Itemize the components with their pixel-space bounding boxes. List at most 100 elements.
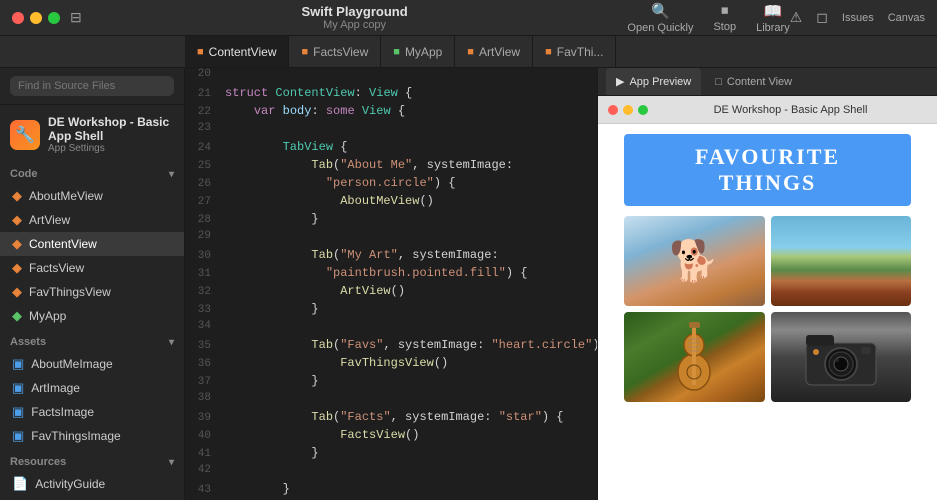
close-button[interactable] [12,12,24,24]
section-code[interactable]: Code ▾ [0,160,184,184]
photo-camera [771,312,912,402]
fav-title-bar: Favourite Things [624,134,911,206]
aboutmeview-label: AboutMeView [29,189,103,203]
contentview-icon: ■ [197,46,204,58]
sidebar-item-favthingsview[interactable]: ◆ FavThingsView [0,280,184,304]
myapp-file-icon: ◆ [12,308,22,324]
factsview-file-label: FactsView [29,261,84,275]
section-resources[interactable]: Resources ▾ [0,448,184,472]
sidebar-item-aboutmeview[interactable]: ◆ AboutMeView [0,184,184,208]
library-button[interactable]: 📖 Library [756,2,790,34]
tab-contentview-label: ContentView [209,45,277,59]
activityguide-icon: 📄 [12,476,28,492]
issues-label: Issues [842,12,874,24]
minimize-button[interactable] [30,12,42,24]
photo-guitar [624,312,765,402]
tab-favthi-label: FavThi... [557,45,604,59]
tab-contentview[interactable]: ■ ContentView [185,36,289,67]
code-line-40: 40 FactsView() [185,428,597,446]
activityguide-label: ActivityGuide [35,477,105,491]
stop-button[interactable]: ⏹ Stop [713,2,736,33]
sidebar-item-activityguide[interactable]: 📄 ActivityGuide [0,472,184,496]
tab-factsview-label: FactsView [313,45,368,59]
open-quickly-label: Open Quickly [627,22,693,34]
code-line-39: 39 Tab("Facts", systemImage: "star") { [185,410,597,428]
favthingsimage-label: FavThingsImage [31,429,120,443]
code-line-27: 27 AboutMeView() [185,194,597,212]
pw-maximize [638,105,648,115]
pw-traffic-lights [608,105,648,115]
fav-title-text: Favourite Things [695,144,840,195]
search-bar [0,68,184,105]
code-line-24: 24 TabView { [185,140,597,158]
code-line-28: 28 } [185,212,597,230]
app-preview-icon: ▶ [616,75,624,88]
tab-myapp-label: MyApp [405,45,442,59]
issues-button[interactable]: ⚠ [790,9,803,26]
app-subtitle: My App copy [323,19,386,31]
code-line-33: 33 } [185,302,597,320]
code-line-35: 35 Tab("Favs", systemImage: "heart.circl… [185,338,597,356]
favthingsimage-icon: ▣ [12,428,24,444]
section-assets-label: Assets [10,336,46,348]
open-quickly-button[interactable]: 🔍 Open Quickly [627,2,693,34]
tabs-bar: ■ ContentView ■ FactsView ■ MyApp ■ ArtV… [0,36,937,68]
tab-myapp[interactable]: ■ MyApp [381,36,455,67]
code-line-43: 43 } [185,482,597,500]
section-code-arrow: ▾ [169,169,174,180]
preview-window: DE Workshop - Basic App Shell Favourite … [598,96,937,500]
maximize-button[interactable] [48,12,60,24]
sidebar-item-factsimage[interactable]: ▣ FactsImage [0,400,184,424]
search-input[interactable] [10,76,174,96]
photo-grid [624,216,911,402]
code-line-20: 20 [185,68,597,86]
artimage-label: ArtImage [31,381,80,395]
section-assets[interactable]: Assets ▾ [0,328,184,352]
sidebar-toggle[interactable]: ⊟ [70,9,82,26]
code-line-36: 36 FavThingsView() [185,356,597,374]
section-assets-arrow: ▾ [169,337,174,348]
section-code-label: Code [10,168,38,180]
project-info: DE Workshop - Basic App Shell App Settin… [48,115,174,154]
code-line-23: 23 [185,122,597,140]
sidebar-item-favthingsimage[interactable]: ▣ FavThingsImage [0,424,184,448]
sidebar-item-artview[interactable]: ◆ ArtView [0,208,184,232]
artimage-icon: ▣ [12,380,24,396]
aboutmeimage-icon: ▣ [12,356,24,372]
section-resources-label: Resources [10,456,66,468]
code-editor[interactable]: 20 21struct ContentView: View { 22 var b… [185,68,597,500]
sidebar-item-aboutmeimage[interactable]: ▣ AboutMeImage [0,352,184,376]
favthingsview-icon: ◆ [12,284,22,300]
aboutmeimage-label: AboutMeImage [31,357,112,371]
project-icon: 🔧 [10,120,40,150]
preview-tabs: ▶ App Preview □ Content View [598,68,937,96]
artview-icon: ■ [467,46,474,58]
factsview-file-icon: ◆ [12,260,22,276]
artview-label: ArtView [29,213,70,227]
preview-content: Favourite Things [598,124,937,500]
code-line-26: 26 "person.circle") { [185,176,597,194]
artview-icon: ◆ [12,212,22,228]
favthi-icon: ■ [545,46,552,58]
sidebar-item-artimage[interactable]: ▣ ArtImage [0,376,184,400]
traffic-lights [12,12,60,24]
photo-dog [624,216,765,306]
sidebar-item-myapp[interactable]: ◆ MyApp [0,304,184,328]
sidebar-item-contentview[interactable]: ◆ ContentView [0,232,184,256]
tab-content-view[interactable]: □ Content View [705,68,802,95]
code-line-31: 31 "paintbrush.pointed.fill") { [185,266,597,284]
tab-artview[interactable]: ■ ArtView [455,36,533,67]
title-center: Swift Playground My App copy [82,4,628,31]
tab-factsview[interactable]: ■ FactsView [289,36,381,67]
myapp-icon: ■ [393,46,400,58]
preview-panel: ▶ App Preview □ Content View DE Workshop… [597,68,937,500]
code-line-21: 21struct ContentView: View { [185,86,597,104]
canvas-button[interactable]: ◻ [816,9,828,26]
tab-favthi[interactable]: ■ FavThi... [533,36,616,67]
aboutmeview-icon: ◆ [12,188,22,204]
tab-artview-label: ArtView [479,45,520,59]
code-line-42: 42 [185,464,597,482]
tab-app-preview[interactable]: ▶ App Preview [606,68,701,95]
sidebar-item-factsview[interactable]: ◆ FactsView [0,256,184,280]
content-view-icon: □ [715,76,722,88]
